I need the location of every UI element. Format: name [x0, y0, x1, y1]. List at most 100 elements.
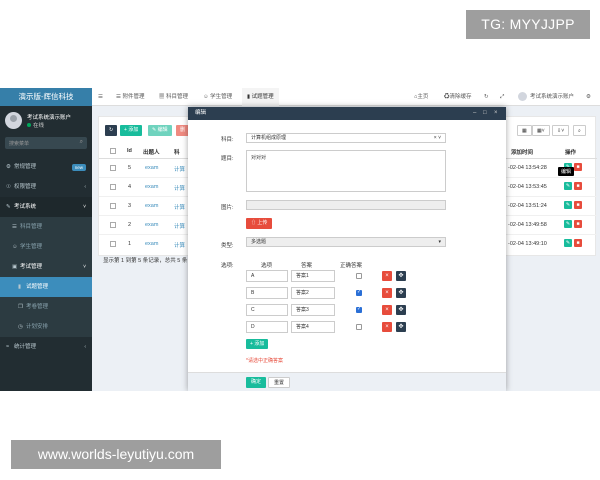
image-path-input[interactable] — [246, 200, 446, 210]
move-option-button[interactable]: ✥ — [396, 288, 406, 298]
chevron-down-icon: ˅ — [83, 264, 86, 270]
sidebar-item-general[interactable]: ⚙ 常规管理 new — [0, 157, 92, 177]
correct-checkbox[interactable] — [356, 324, 362, 330]
confirm-button[interactable]: 确定 — [246, 377, 267, 388]
cell-time: -02-04 13:49:58 — [508, 222, 547, 228]
row-checkbox[interactable] — [110, 184, 116, 190]
type-select[interactable]: 多选题 ▾ — [246, 237, 446, 247]
option-answer-input[interactable]: 答案2 — [291, 287, 335, 299]
type-label: 类型: — [221, 243, 234, 249]
edit-row-button[interactable]: ✎ — [564, 239, 572, 247]
select-all-checkbox[interactable] — [110, 148, 116, 154]
upload-button[interactable]: ⇧ 上传 — [246, 218, 273, 229]
edit-row-button[interactable]: ✎ — [564, 182, 572, 190]
cell-author[interactable]: exam — [145, 184, 158, 190]
tab-subjects[interactable]: ▦ 科目管理 — [155, 88, 192, 106]
row-checkbox[interactable] — [110, 165, 116, 171]
sidebar-item-label: 常规管理 — [14, 164, 37, 170]
maximize-icon[interactable]: □ — [483, 107, 487, 120]
edit-row-button[interactable]: ✎ — [564, 220, 572, 228]
dialog-title: 编辑 — [195, 110, 207, 116]
cell-author[interactable]: exam — [145, 165, 158, 171]
sidebar-search-input[interactable]: 搜索菜单 ⌕ — [5, 137, 87, 149]
col-author[interactable]: 出题人 — [143, 148, 160, 156]
view-toggle-button[interactable]: ▦˅ — [532, 125, 550, 136]
question-textarea[interactable]: 对对对 — [246, 150, 446, 192]
col-subject[interactable]: 科 — [174, 148, 180, 156]
search-toggle-button[interactable]: ⌕ — [573, 125, 586, 136]
sidebar-item-papers[interactable]: ❐ 考卷管理 — [0, 297, 92, 317]
cell-author[interactable]: exam — [145, 203, 158, 209]
remove-option-button[interactable]: × — [382, 288, 392, 298]
cell-subject[interactable]: 计算 — [174, 241, 185, 249]
menu-toggle-icon[interactable]: ☰ — [98, 88, 103, 106]
refresh-icon[interactable]: ↻ — [484, 88, 489, 106]
delete-row-button[interactable]: ■ — [574, 201, 582, 209]
correct-checkbox[interactable] — [356, 273, 362, 279]
reset-button[interactable]: 重置 — [268, 377, 291, 388]
clear-cache-button[interactable]: ♻清除缓存 — [444, 88, 472, 106]
cell-author[interactable]: exam — [145, 222, 158, 228]
close-icon[interactable]: × — [494, 107, 498, 120]
cell-subject[interactable]: 计算 — [174, 184, 185, 192]
fullscreen-icon[interactable]: ⤢ — [500, 88, 504, 106]
refresh-button[interactable]: ↻ — [105, 125, 118, 136]
logo[interactable]: 演示版-辉信科技 — [0, 88, 92, 106]
option-answer-input[interactable]: 答案1 — [291, 270, 335, 282]
sidebar-item-subject[interactable]: ☰ 科目管理 — [0, 217, 92, 237]
option-key-input[interactable]: B — [246, 287, 288, 299]
sidebar-item-student[interactable]: ☺ 学生管理 — [0, 237, 92, 257]
minimize-icon[interactable]: – — [473, 107, 476, 120]
home-link[interactable]: ⌂主页 — [414, 88, 428, 106]
delete-row-button[interactable]: ■ — [574, 239, 582, 247]
sidebar-item-label: 试题管理 — [26, 284, 49, 290]
remove-option-button[interactable]: × — [382, 322, 392, 332]
edit-button[interactable]: ✎ 编辑 — [148, 125, 172, 136]
tab-attachments[interactable]: ☰ 附件管理 — [112, 88, 148, 106]
columns-button[interactable]: ▦ — [517, 125, 532, 136]
cell-subject[interactable]: 计算 — [174, 165, 185, 173]
move-option-button[interactable]: ✥ — [396, 305, 406, 315]
search-placeholder: 搜索菜单 — [9, 141, 30, 147]
correct-checkbox[interactable] — [356, 289, 362, 296]
export-button[interactable]: ⇩˅ — [552, 125, 570, 136]
option-key-input[interactable]: A — [246, 270, 288, 282]
delete-row-button[interactable]: ■ — [574, 220, 582, 228]
sidebar-item-questions[interactable]: ▮ 试题管理 — [0, 277, 92, 297]
remove-option-button[interactable]: × — [382, 271, 392, 281]
row-checkbox[interactable] — [110, 203, 116, 209]
sidebar-item-stats[interactable]: ≈ 统计管理 ‹ — [0, 337, 92, 357]
col-id[interactable]: Id — [127, 148, 132, 154]
option-answer-input[interactable]: 答案3 — [291, 304, 335, 316]
option-key-input[interactable]: D — [246, 321, 288, 333]
subject-select[interactable]: 计算机组成原理 × ˅ — [246, 133, 446, 143]
sidebar-item-exam-system[interactable]: ✎ 考试系统 ˅ — [0, 197, 92, 217]
correct-checkbox[interactable] — [356, 306, 362, 313]
sidebar-item-schedule[interactable]: ◷ 计划安排 — [0, 317, 92, 337]
col-time[interactable]: 添加时间 — [511, 148, 533, 156]
add-button[interactable]: + 添加 — [120, 125, 143, 136]
cell-subject[interactable]: 计算 — [174, 203, 185, 211]
tab-questions[interactable]: ▮ 试题管理 — [242, 88, 279, 106]
move-option-button[interactable]: ✥ — [396, 322, 406, 332]
user-menu[interactable]: 考试系统演示账户 — [518, 88, 574, 106]
row-checkbox[interactable] — [110, 222, 116, 228]
sidebar-item-label: 考试管理 — [20, 264, 43, 270]
clear-and-chevron-icon[interactable]: × ˅ — [434, 134, 441, 142]
delete-row-button[interactable]: ■ — [574, 182, 582, 190]
row-checkbox[interactable] — [110, 241, 116, 247]
move-option-button[interactable]: ✥ — [396, 271, 406, 281]
delete-row-button[interactable]: ■ — [574, 163, 582, 171]
sidebar-item-exam-manage[interactable]: ▣ 考试管理 ˅ — [0, 257, 92, 277]
cell-subject[interactable]: 计算 — [174, 222, 185, 230]
add-option-button[interactable]: + 添加 — [246, 339, 269, 349]
tab-students[interactable]: ☺ 学生管理 — [199, 88, 236, 106]
remove-option-button[interactable]: × — [382, 305, 392, 315]
cell-author[interactable]: exam — [145, 241, 158, 247]
search-icon[interactable]: ⌕ — [80, 139, 83, 146]
option-answer-input[interactable]: 答案4 — [291, 321, 335, 333]
settings-icon[interactable]: ⚙ — [586, 88, 591, 106]
option-key-input[interactable]: C — [246, 304, 288, 316]
edit-row-button[interactable]: ✎ — [564, 201, 572, 209]
sidebar-item-permission[interactable]: ☉ 权限管理 ‹ — [0, 177, 92, 197]
